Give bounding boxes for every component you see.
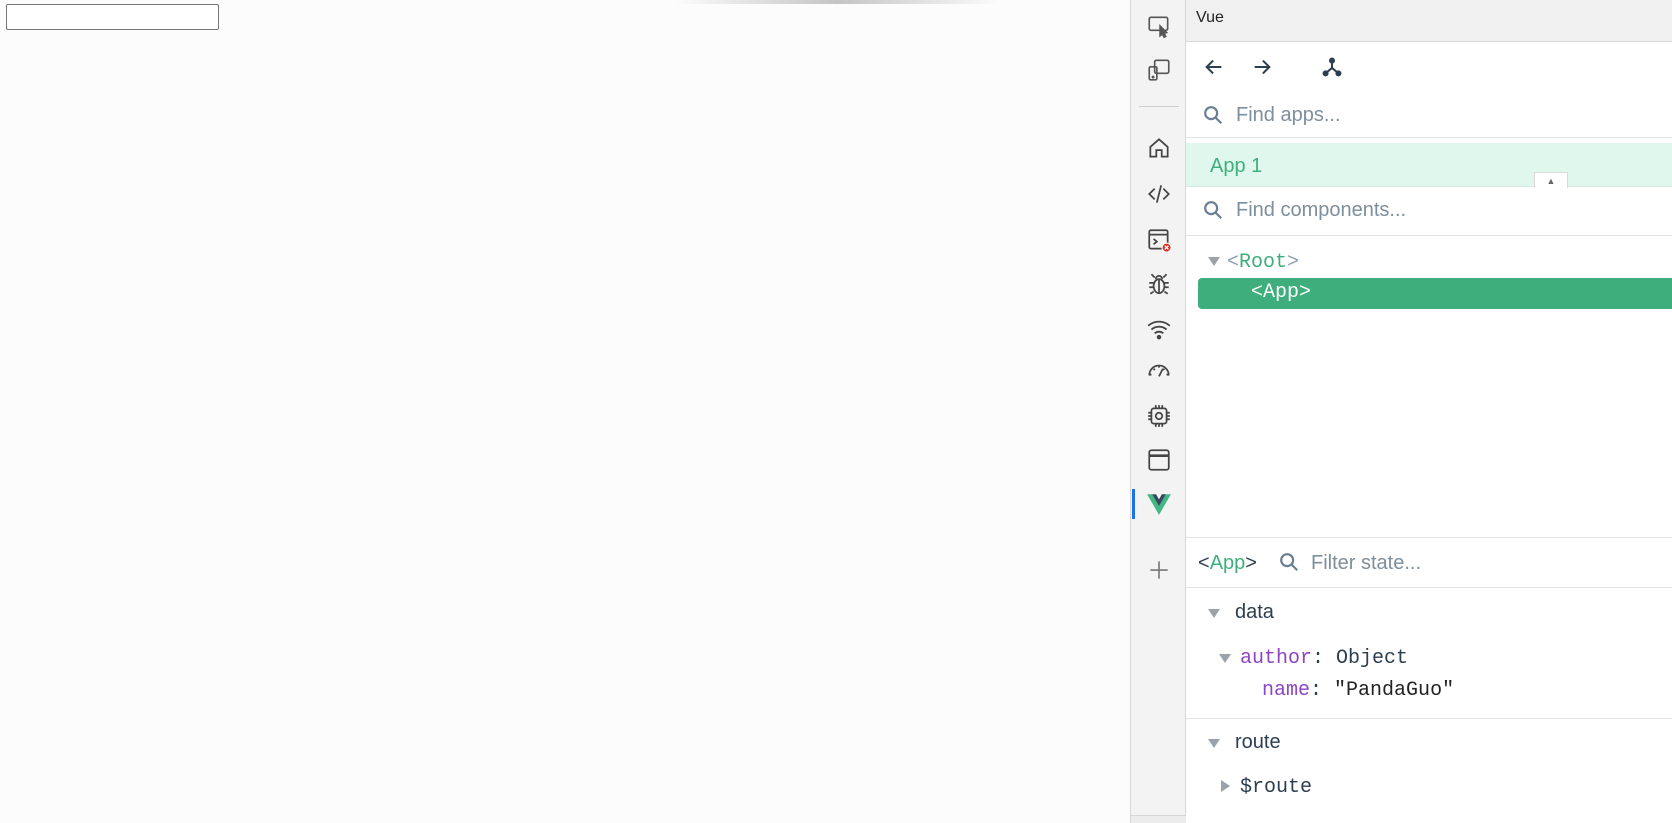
devtools-activity-bar (1130, 0, 1187, 823)
vue-devtools-panel: Vue App 1 ▲ (1186, 0, 1672, 823)
device-toolbar-icon[interactable] (1141, 52, 1177, 88)
apps-search-row (1186, 92, 1672, 138)
find-apps-input[interactable] (1236, 100, 1656, 130)
activity-separator (1139, 106, 1179, 107)
arrow-left-icon (1205, 59, 1222, 75)
performance-gauge-icon[interactable] (1141, 354, 1177, 390)
search-icon (1204, 201, 1223, 220)
inspect-element-icon[interactable] (1141, 8, 1177, 44)
panel-nav-bar (1186, 42, 1672, 92)
expand-arrow-icon[interactable] (1219, 654, 1231, 663)
expand-arrow-icon[interactable] (1208, 257, 1220, 266)
page-text-input[interactable] (6, 4, 219, 30)
cpu-chip-icon[interactable] (1141, 398, 1177, 434)
component-tree-button[interactable] (1317, 52, 1347, 82)
vue-logo-icon[interactable] (1141, 486, 1177, 522)
section-name: data (1235, 601, 1274, 623)
collapsed-arrow-icon[interactable] (1221, 780, 1230, 792)
prop-key: name (1262, 679, 1311, 702)
prop-key: $route (1240, 776, 1313, 799)
prop-author[interactable]: author: Object (1186, 645, 1646, 673)
browser-window-icon[interactable] (1141, 442, 1177, 478)
component-tree: <Root> <App> (1186, 236, 1672, 536)
tree-node-root[interactable]: <Root> (1186, 248, 1672, 279)
inspected-page (0, 0, 1130, 823)
section-header[interactable]: route (1186, 727, 1672, 757)
chevron-up-icon: ▲ (1546, 175, 1556, 186)
plus-icon[interactable] (1141, 552, 1177, 588)
app-label: App 1 (1210, 155, 1263, 177)
prop-value: "PandaGuo" (1334, 679, 1455, 702)
component-tree-icon (1322, 57, 1342, 77)
back-button[interactable] (1199, 52, 1229, 82)
section-divider (1186, 718, 1672, 719)
panel-title: Vue (1196, 9, 1224, 26)
top-shadow-decoration (675, 0, 1000, 4)
expand-arrow-icon[interactable] (1208, 739, 1220, 748)
filter-state-input[interactable] (1311, 548, 1661, 578)
tree-node-app[interactable]: <App> (1198, 278, 1672, 309)
find-components-input[interactable] (1236, 195, 1656, 225)
tree-node-label: <Root> (1227, 251, 1300, 274)
section-header[interactable]: data (1186, 597, 1672, 627)
home-icon[interactable] (1141, 130, 1177, 166)
prop-route[interactable]: $route (1186, 774, 1646, 802)
panel-header: Vue (1186, 0, 1672, 42)
arrow-right-icon (1254, 59, 1271, 75)
prop-key: author (1240, 647, 1313, 670)
tree-node-label: <App> (1251, 281, 1312, 304)
components-search-row (1186, 187, 1672, 236)
code-icon[interactable] (1141, 176, 1177, 212)
console-error-icon[interactable] (1141, 222, 1177, 258)
active-tab-indicator (1132, 489, 1135, 519)
selected-component-tag: <App> (1198, 552, 1257, 574)
search-icon (1204, 106, 1223, 125)
collapse-apps-button[interactable]: ▲ (1534, 172, 1568, 188)
screen: Vue App 1 ▲ (0, 0, 1672, 823)
state-section-route: route $route (1186, 727, 1672, 817)
activity-bar-footer (1131, 815, 1187, 823)
state-inspector-header: <App> (1186, 537, 1672, 588)
bug-icon[interactable] (1141, 266, 1177, 302)
search-icon (1280, 553, 1299, 572)
network-wifi-icon[interactable] (1141, 311, 1177, 347)
state-section-data: data author: Object name: "PandaGuo" (1186, 597, 1672, 712)
forward-button[interactable] (1247, 52, 1277, 82)
prop-type: Object (1336, 647, 1409, 670)
section-name: route (1235, 731, 1281, 753)
app-selector-row[interactable]: App 1 ▲ (1186, 143, 1672, 188)
expand-arrow-icon[interactable] (1208, 609, 1220, 618)
prop-name[interactable]: name: "PandaGuo" (1186, 677, 1646, 705)
